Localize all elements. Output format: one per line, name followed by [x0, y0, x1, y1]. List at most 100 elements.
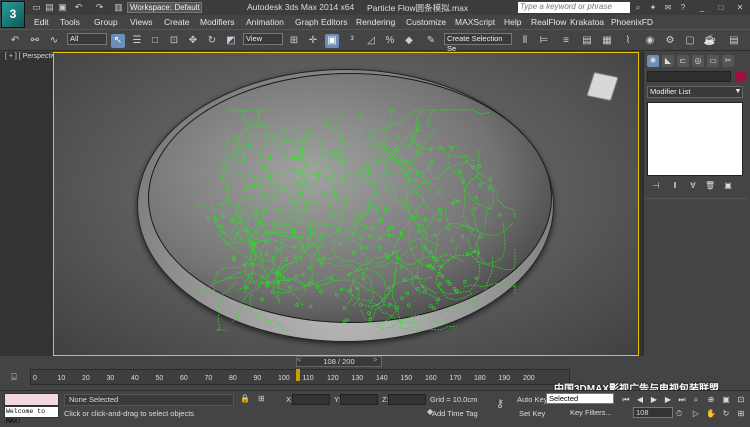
bind-to-space-warp-icon[interactable]: ∿ — [47, 34, 61, 48]
go-to-end-icon[interactable]: ⏭ — [676, 394, 688, 405]
angle-snap-icon[interactable]: ◿ — [364, 34, 378, 48]
project-folder-icon[interactable]: ▥ — [113, 2, 124, 13]
maximize-toggle-icon[interactable]: ⊞ — [735, 408, 747, 419]
previous-frame-icon[interactable]: ◀ — [634, 394, 646, 405]
show-end-result-icon[interactable]: ‖ — [670, 181, 680, 191]
display-tab-icon[interactable]: ▭ — [707, 55, 719, 67]
graphite-ribbon-icon[interactable]: ▦ — [600, 34, 614, 48]
rendered-frame-window-icon[interactable]: ▢ — [683, 34, 697, 48]
select-object-icon[interactable]: ↖ — [111, 34, 125, 48]
maxscript-listener-mini[interactable] — [4, 393, 59, 406]
pivot-center-icon[interactable]: ⊞ — [287, 34, 301, 48]
pan-icon[interactable]: ✋ — [705, 408, 717, 419]
render-production-icon[interactable]: ☕ — [703, 34, 717, 48]
orbit-icon[interactable]: ↻ — [720, 408, 732, 419]
x-coordinate-field[interactable] — [292, 394, 330, 405]
current-frame-field[interactable]: 108 — [633, 407, 673, 418]
menu-views[interactable]: Views — [130, 17, 153, 27]
percent-snap-icon[interactable]: % — [383, 34, 397, 48]
layer-manager-icon[interactable]: ≡ — [559, 34, 573, 48]
menu-rendering[interactable]: Rendering — [356, 17, 395, 27]
make-unique-icon[interactable]: ∀ — [688, 181, 698, 191]
communication-icon[interactable]: ✉ — [663, 3, 673, 12]
next-frame-icon[interactable]: ▶ — [662, 394, 674, 405]
keyboard-shortcut-override-icon[interactable]: ▣ — [325, 34, 339, 48]
zoom-icon[interactable]: ⌕ — [690, 394, 702, 405]
remove-modifier-icon[interactable]: 🗑 — [705, 181, 715, 191]
menu-edit[interactable]: Edit — [34, 17, 49, 27]
rectangular-selection-icon[interactable]: □ — [148, 34, 162, 48]
modifier-stack[interactable] — [647, 102, 743, 176]
configure-modifier-sets-icon[interactable]: ▣ — [723, 181, 733, 191]
scale-icon[interactable]: ◩ — [224, 34, 238, 48]
zoom-all-icon[interactable]: ⊕ — [705, 394, 717, 405]
motion-tab-icon[interactable]: ◎ — [692, 55, 704, 67]
render-iterative-icon[interactable]: ▤ — [727, 34, 741, 48]
menu-realflow[interactable]: RealFlow — [531, 17, 566, 27]
hierarchy-tab-icon[interactable]: ⊏ — [677, 55, 689, 67]
align-icon[interactable]: ⊨ — [537, 34, 551, 48]
reference-coordinate-dropdown[interactable]: View — [243, 33, 283, 45]
field-of-view-icon[interactable]: ▷ — [690, 408, 702, 419]
maxscript-welcome[interactable]: Welcome to MAX! — [4, 406, 59, 425]
particle-noodles[interactable] — [190, 105, 520, 335]
redo-icon[interactable]: ↷ — [94, 2, 105, 13]
undo-toolbar-icon[interactable]: ↶ — [8, 34, 22, 48]
go-to-start-icon[interactable]: ⏮ — [620, 394, 632, 405]
modifier-list-dropdown[interactable]: Modifier List — [647, 86, 743, 98]
key-icon[interactable]: ⚷ — [496, 397, 504, 410]
maximize-viewport-icon[interactable]: ⊡ — [735, 394, 747, 405]
scene-explorer-icon[interactable]: ▤ — [580, 34, 594, 48]
create-tab-icon[interactable]: ✺ — [647, 55, 659, 67]
select-and-link-icon[interactable]: ⚯ — [28, 34, 42, 48]
selection-filter-dropdown[interactable]: All — [67, 33, 107, 45]
menu-animation[interactable]: Animation — [246, 17, 284, 27]
key-mode-dropdown[interactable]: Selected — [546, 393, 614, 404]
current-frame-marker[interactable] — [295, 369, 300, 381]
key-filters-button[interactable]: Key Filters... — [570, 408, 612, 417]
menu-modifiers[interactable]: Modifiers — [200, 17, 234, 27]
utilities-tab-icon[interactable]: ✂ — [722, 55, 734, 67]
pin-stack-icon[interactable]: ⊣ — [651, 181, 661, 191]
new-file-icon[interactable]: ▭ — [31, 2, 42, 13]
menu-create[interactable]: Create — [164, 17, 190, 27]
app-logo-button[interactable]: 3 — [1, 1, 25, 28]
add-time-tag-button[interactable]: Add Time Tag — [432, 409, 478, 418]
close-icon[interactable]: ✕ — [735, 3, 745, 12]
set-key-button[interactable]: Set Key — [519, 409, 545, 418]
menu-krakatoa[interactable]: Krakatoa — [570, 17, 604, 27]
spinner-snap-icon[interactable]: ◆ — [402, 34, 416, 48]
select-and-manipulate-icon[interactable]: ✛ — [306, 34, 320, 48]
menu-maxscript[interactable]: MAXScript — [455, 17, 495, 27]
menu-group[interactable]: Group — [94, 17, 118, 27]
y-coordinate-field[interactable] — [340, 394, 378, 405]
window-crossing-icon[interactable]: ⊡ — [167, 34, 181, 48]
play-icon[interactable]: ▶ — [648, 394, 660, 405]
z-coordinate-field[interactable] — [388, 394, 426, 405]
time-configuration-icon[interactable]: ⏱ — [676, 409, 682, 419]
chevron-left-icon[interactable]: < — [297, 357, 301, 364]
rotate-icon[interactable]: ↻ — [205, 34, 219, 48]
lock-selection-icon[interactable]: 🔒 — [240, 394, 250, 403]
menu-phoenixfd[interactable]: PhoenixFD — [611, 17, 653, 27]
undo-icon[interactable]: ↶ — [73, 2, 84, 13]
time-slider[interactable]: 108 / 200 — [296, 356, 382, 367]
chevron-down-icon[interactable]: ▼ — [733, 87, 743, 97]
object-color-swatch[interactable] — [735, 71, 746, 82]
snaps-toggle-icon[interactable]: ³ — [345, 34, 359, 48]
move-icon[interactable]: ✥ — [186, 34, 200, 48]
help-icon[interactable]: ? — [678, 3, 688, 12]
mirror-icon[interactable]: ⫴ — [518, 34, 532, 48]
maximize-icon[interactable]: □ — [716, 3, 726, 12]
named-selection-set-dropdown[interactable]: Create Selection Se — [444, 33, 512, 53]
material-editor-icon[interactable]: ◉ — [643, 34, 657, 48]
menu-graph-editors[interactable]: Graph Editors — [295, 17, 347, 27]
minimize-icon[interactable]: _ — [697, 3, 707, 12]
auto-key-button[interactable]: Auto Key — [517, 395, 547, 404]
open-file-icon[interactable]: ▤ — [44, 2, 55, 13]
modify-tab-icon[interactable]: ◣ — [662, 55, 674, 67]
menu-tools[interactable]: Tools — [60, 17, 80, 27]
menu-help[interactable]: Help — [504, 17, 521, 27]
curve-editor-icon[interactable]: ⌇ — [621, 34, 635, 48]
search-input[interactable]: Type a keyword or phrase — [518, 2, 630, 13]
